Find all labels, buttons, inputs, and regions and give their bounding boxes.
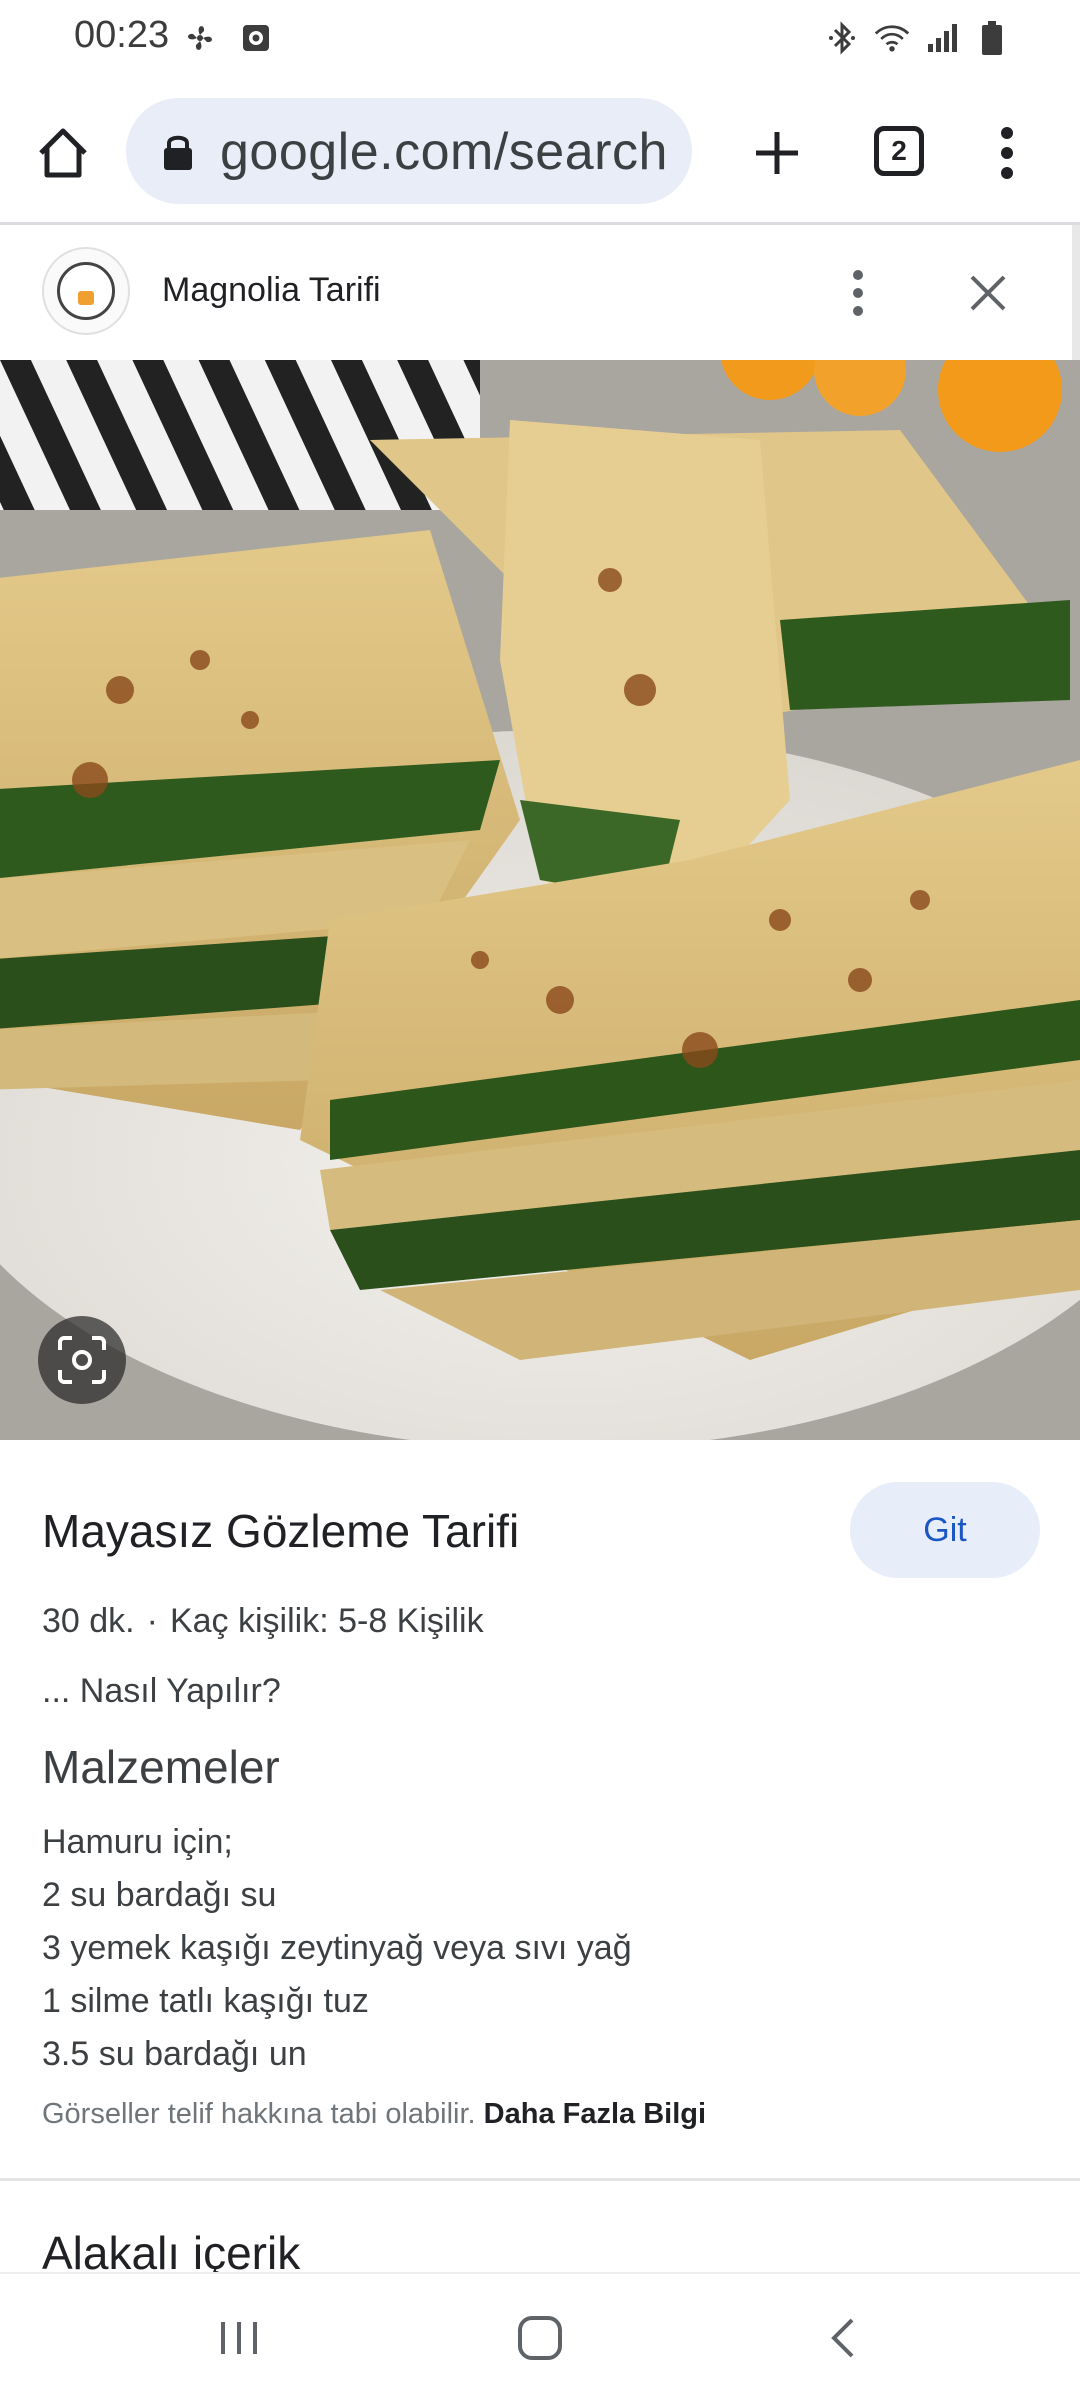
battery-icon	[974, 20, 1010, 56]
lock-icon	[160, 132, 196, 172]
result-details: Mayasız Gözleme Tarifi Git 30 dk. · Kaç ki…	[0, 1440, 1080, 2320]
status-time: 00:23	[74, 14, 170, 56]
learn-more-link[interactable]: Daha Fazla Bilgi	[484, 2098, 706, 2130]
meta-separator: ·	[146, 1602, 158, 1640]
source-more-icon[interactable]	[838, 261, 878, 325]
signal-icon	[924, 20, 960, 56]
status-bar: 00:23	[0, 0, 1080, 78]
go-button[interactable]: Git	[850, 1482, 1040, 1578]
list-item: 1 silme tatlı kaşığı tuz	[42, 1982, 369, 2020]
wifi-icon	[874, 20, 910, 56]
system-nav-bar	[0, 2272, 1080, 2400]
back-icon[interactable]	[808, 2308, 878, 2368]
more-vert-icon[interactable]	[982, 120, 1032, 186]
source-name[interactable]: Magnolia Tarifi	[162, 271, 381, 310]
home-nav-icon[interactable]	[505, 2308, 575, 2368]
bluetooth-icon	[824, 20, 860, 56]
url-text: google.com/search	[220, 123, 668, 181]
ingredients-list: Hamuru için; 2 su bardağı su 3 yemek kaş…	[42, 1816, 632, 2081]
recipe-subline: ... Nasıl Yapılır?	[42, 1672, 281, 1710]
new-tab-button[interactable]	[742, 118, 812, 188]
source-header: Magnolia Tarifi	[0, 225, 1080, 360]
address-bar[interactable]: google.com/search	[126, 98, 692, 204]
list-item: 3.5 su bardağı un	[42, 2035, 307, 2073]
servings: Kaç kişilik: 5-8 Kişilik	[169, 1602, 484, 1640]
ingredients-heading: Malzemeler	[42, 1741, 280, 1793]
screen-record-icon	[238, 20, 274, 56]
recipe-image[interactable]	[0, 360, 1080, 1440]
home-icon[interactable]	[30, 120, 96, 186]
tabs-button[interactable]: 2	[874, 126, 924, 176]
lens-search-icon[interactable]	[38, 1316, 126, 1404]
browser-toolbar: google.com/search 2	[0, 78, 1080, 224]
pinwheel-icon	[182, 20, 218, 56]
copyright-notice: Görseller telif hakkına tabi olabilir. D…	[42, 2098, 706, 2131]
copyright-text: Görseller telif hakkına tabi olabilir.	[42, 2098, 476, 2130]
close-icon[interactable]	[956, 261, 1020, 325]
list-item: 2 su bardağı su	[42, 1876, 277, 1914]
recents-icon[interactable]	[204, 2308, 274, 2368]
recipe-meta: 30 dk. · Kaç kişilik: 5-8 Kişilik	[42, 1602, 484, 1641]
cook-time: 30 dk.	[42, 1602, 135, 1640]
content-divider	[0, 2178, 1080, 2181]
list-item: 3 yemek kaşığı zeytinyağ veya sıvı yağ	[42, 1929, 632, 1967]
recipe-title[interactable]: Mayasız Gözleme Tarifi	[42, 1504, 519, 1558]
list-item: Hamuru için;	[42, 1823, 233, 1861]
source-avatar[interactable]	[42, 247, 130, 335]
plus-icon	[756, 132, 798, 174]
